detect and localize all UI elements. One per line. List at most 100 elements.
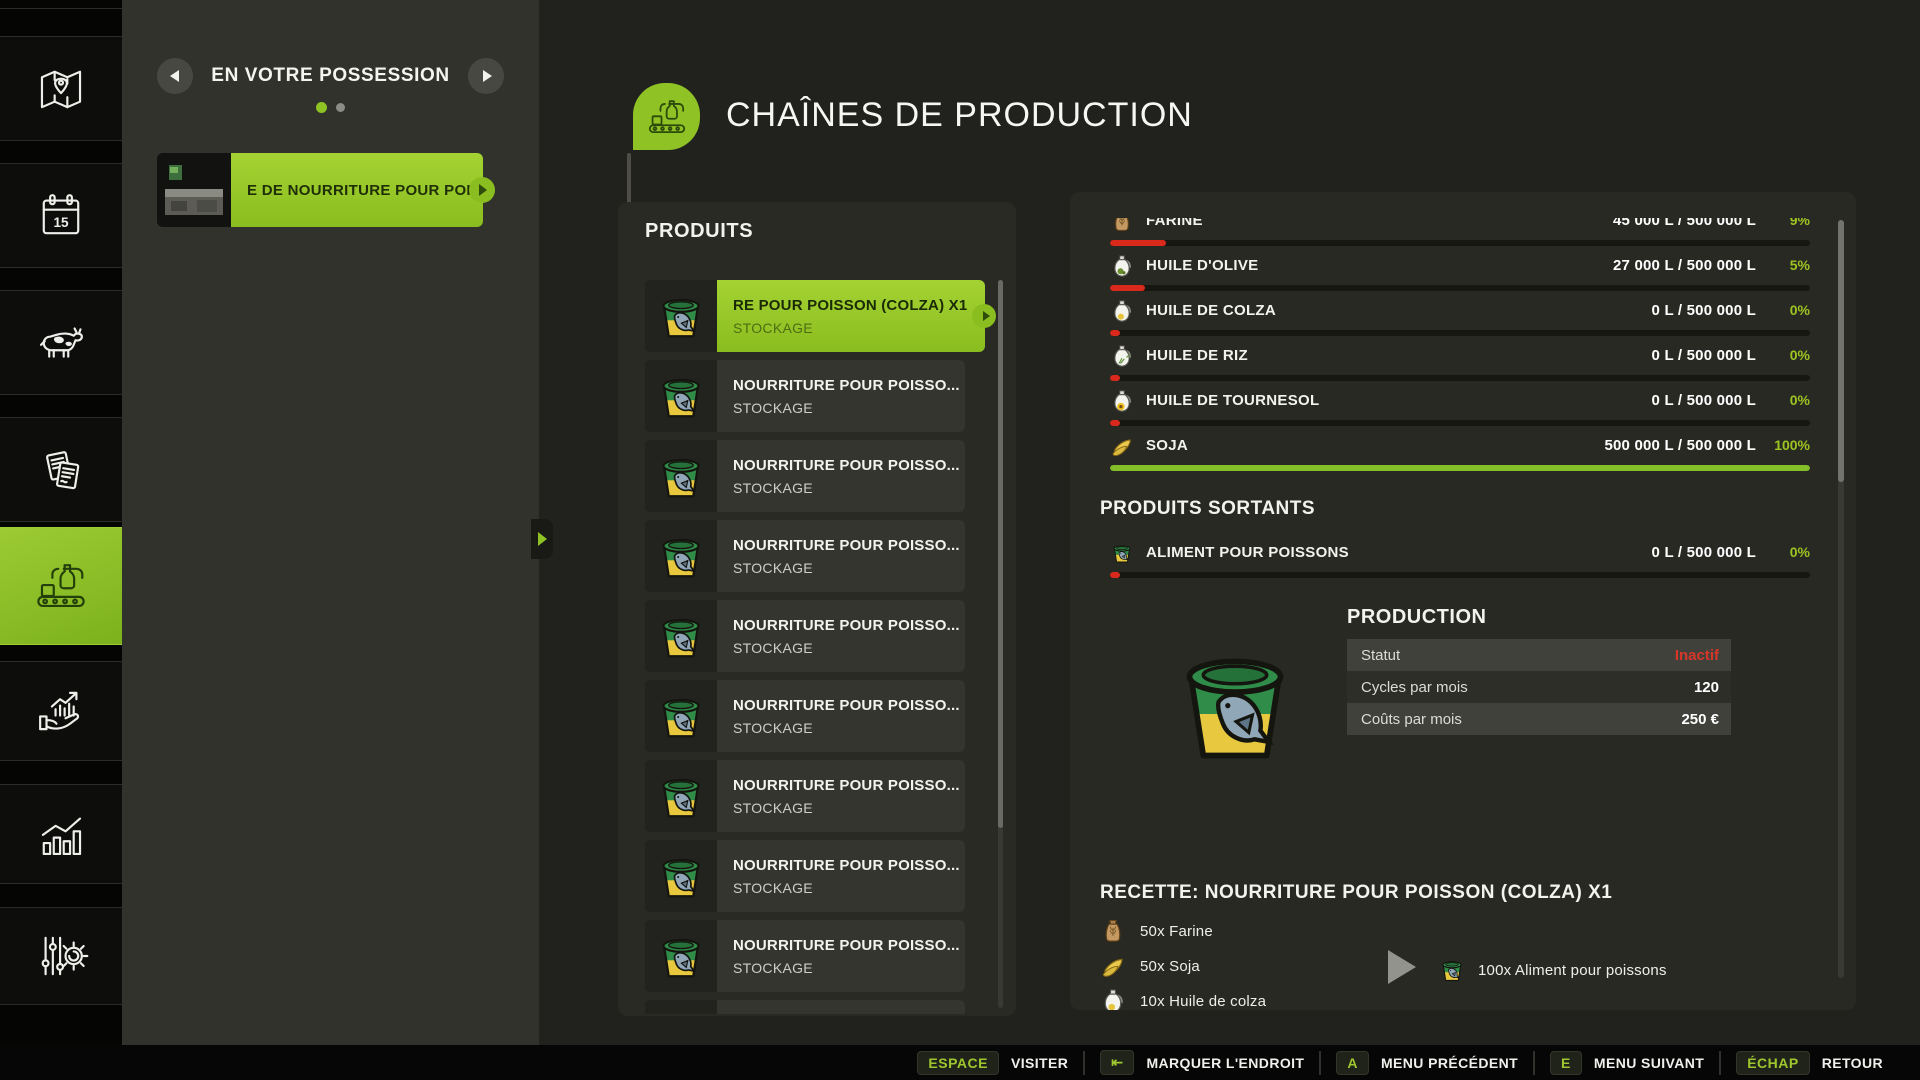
product-label: NOURRITURE POUR POISSO... STOCKAGE bbox=[717, 1000, 965, 1014]
ingredient-fill-bar bbox=[1110, 240, 1810, 246]
recipe-input-label: 50x Farine bbox=[1140, 923, 1213, 940]
calendar-day-label: 15 bbox=[53, 214, 69, 229]
product-subtitle: STOCKAGE bbox=[733, 400, 965, 416]
sidebar-item-map[interactable] bbox=[0, 36, 122, 141]
possession-item-tag: E DE NOURRITURE POUR POIS bbox=[231, 153, 483, 227]
key-hint[interactable]: E MENU SUIVANT bbox=[1533, 1051, 1719, 1075]
next-page-button[interactable] bbox=[468, 58, 504, 94]
product-label: RE POUR POISSON (COLZA) X1 STOCKAGE bbox=[717, 280, 985, 352]
key-hints-bar: ESPACE VISITER ⇤ MARQUER L'ENDROIT A MEN… bbox=[0, 1045, 1920, 1080]
product-label: NOURRITURE POUR POISSO... STOCKAGE bbox=[717, 440, 965, 512]
production-icon bbox=[645, 95, 689, 139]
contracts-icon bbox=[32, 441, 90, 499]
ingredient-row-huile-tournesol: HUILE DE TOURNESOL 0 L / 500 000 L 0% bbox=[1110, 386, 1810, 431]
key-hint[interactable]: ESPACE VISITER bbox=[902, 1051, 1083, 1075]
recipe-output: 100x Aliment pour poissons bbox=[1438, 953, 1667, 987]
product-image-fish-food-bucket bbox=[1165, 628, 1305, 786]
factory-image bbox=[157, 153, 231, 227]
key-hint-label: RETOUR bbox=[1822, 1055, 1883, 1071]
ingredient-amount: 0 L / 500 000 L bbox=[1652, 347, 1756, 364]
fish-food-bucket-icon bbox=[645, 920, 717, 992]
sunflower-oil-icon bbox=[1110, 389, 1134, 413]
sidebar-item-calendar[interactable]: 15 bbox=[0, 163, 122, 268]
production-chains-screen: 15 bbox=[0, 0, 1920, 1080]
product-list-item[interactable]: NOURRITURE POUR POISSO... STOCKAGE bbox=[645, 680, 1005, 752]
product-list-item[interactable]: RE POUR POISSON (COLZA) X1 STOCKAGE bbox=[645, 280, 1005, 352]
sidebar-item-animals[interactable] bbox=[0, 290, 122, 395]
flour-sack-icon bbox=[1100, 918, 1126, 944]
product-label: NOURRITURE POUR POISSO... STOCKAGE bbox=[717, 920, 965, 992]
prev-page-button[interactable] bbox=[157, 58, 193, 94]
product-list-item[interactable]: NOURRITURE POUR POISSO... STOCKAGE bbox=[645, 920, 1005, 992]
statistics-icon bbox=[32, 805, 90, 863]
possession-item-fish-food-factory[interactable]: E DE NOURRITURE POUR POIS bbox=[157, 153, 483, 227]
main-menu-sidebar: 15 bbox=[0, 0, 122, 1080]
arrow-right-icon bbox=[538, 532, 547, 546]
product-list-item[interactable]: NOURRITURE POUR POISSO... STOCKAGE bbox=[645, 520, 1005, 592]
ingredient-fill-bar bbox=[1110, 330, 1810, 336]
finances-icon bbox=[32, 682, 90, 740]
products-list: RE POUR POISSON (COLZA) X1 STOCKAGE NOUR… bbox=[645, 280, 1005, 1014]
page-indicator bbox=[122, 102, 539, 113]
product-subtitle: STOCKAGE bbox=[733, 720, 965, 736]
production-table-row: Coûts par mois 250 € bbox=[1347, 703, 1731, 735]
sidebar-item-finances[interactable] bbox=[0, 661, 122, 761]
product-list-item[interactable]: NOURRITURE POUR POISSO... STOCKAGE bbox=[645, 360, 1005, 432]
stat-label: Cycles par mois bbox=[1361, 679, 1468, 696]
production-detail-panel: FARINE 45 000 L / 500 000 L 9% HUILE D'O… bbox=[1070, 192, 1856, 1010]
ingredient-fill-bar bbox=[1110, 420, 1810, 426]
product-title: NOURRITURE POUR POISSO... bbox=[733, 697, 965, 714]
ingredient-row-farine: FARINE 45 000 L / 500 000 L 9% bbox=[1110, 218, 1810, 251]
fish-food-bucket-icon bbox=[645, 600, 717, 672]
stat-value: 250 € bbox=[1681, 711, 1719, 728]
product-label: NOURRITURE POUR POISSO... STOCKAGE bbox=[717, 520, 965, 592]
page-dot-active[interactable] bbox=[316, 102, 327, 113]
ingredient-percent: 0% bbox=[1762, 392, 1810, 408]
flour-sack-icon bbox=[1110, 218, 1134, 233]
key-cap: A bbox=[1336, 1051, 1369, 1075]
rice-oil-icon bbox=[1110, 344, 1134, 368]
sidebar-item-production[interactable] bbox=[0, 527, 122, 645]
key-hint[interactable]: ÉCHAP RETOUR bbox=[1719, 1051, 1898, 1075]
fish-food-bucket-icon bbox=[645, 520, 717, 592]
key-hint-label: MENU PRÉCÉDENT bbox=[1381, 1055, 1518, 1071]
soybean-icon bbox=[1100, 953, 1126, 979]
key-hint[interactable]: ⇤ MARQUER L'ENDROIT bbox=[1083, 1051, 1319, 1075]
possession-header: EN VOTRE POSSESSION bbox=[157, 58, 504, 94]
production-section-title: PRODUCTION bbox=[1347, 606, 1486, 629]
calendar-icon: 15 bbox=[32, 187, 90, 245]
sidebar-item-settings[interactable] bbox=[0, 907, 122, 1005]
ingredient-name: HUILE DE TOURNESOL bbox=[1146, 392, 1319, 409]
recipe-input-label: 50x Soja bbox=[1140, 958, 1200, 975]
product-label: NOURRITURE POUR POISSO... STOCKAGE bbox=[717, 600, 965, 672]
key-hint-label: MENU SUIVANT bbox=[1594, 1055, 1704, 1071]
product-subtitle: STOCKAGE bbox=[733, 480, 965, 496]
product-list-item[interactable]: NOURRITURE POUR POISSO... STOCKAGE bbox=[645, 440, 1005, 512]
sidebar-item-contracts[interactable] bbox=[0, 417, 122, 522]
product-title: NOURRITURE POUR POISSO... bbox=[733, 377, 965, 394]
ingredient-name: FARINE bbox=[1146, 218, 1203, 229]
output-amount: 0 L / 500 000 L bbox=[1652, 544, 1756, 561]
product-subtitle: STOCKAGE bbox=[733, 800, 965, 816]
key-hint[interactable]: A MENU PRÉCÉDENT bbox=[1319, 1051, 1533, 1075]
recipe-arrow-icon bbox=[1388, 950, 1416, 984]
fish-food-bucket-icon bbox=[645, 360, 717, 432]
ingredient-name: HUILE DE RIZ bbox=[1146, 347, 1248, 364]
panel-expand-button[interactable] bbox=[531, 519, 553, 559]
product-list-item[interactable]: NOURRITURE POUR POISSO... STOCKAGE bbox=[645, 600, 1005, 672]
product-label: NOURRITURE POUR POISSO... STOCKAGE bbox=[717, 760, 965, 832]
product-subtitle: STOCKAGE bbox=[733, 640, 965, 656]
page-dot[interactable] bbox=[336, 103, 345, 112]
detail-scrollbar-thumb[interactable] bbox=[1838, 220, 1844, 482]
sidebar-item-statistics[interactable] bbox=[0, 784, 122, 884]
product-list-item[interactable]: NOURRITURE POUR POISSO... STOCKAGE bbox=[645, 1000, 1005, 1014]
product-subtitle: STOCKAGE bbox=[733, 880, 965, 896]
product-list-item[interactable]: NOURRITURE POUR POISSO... STOCKAGE bbox=[645, 760, 1005, 832]
product-list-item[interactable]: NOURRITURE POUR POISSO... STOCKAGE bbox=[645, 840, 1005, 912]
canola-oil-icon bbox=[1100, 988, 1126, 1010]
output-percent: 0% bbox=[1762, 544, 1810, 560]
products-scrollbar-thumb[interactable] bbox=[998, 280, 1003, 828]
ingredient-percent: 0% bbox=[1762, 302, 1810, 318]
key-cap: ÉCHAP bbox=[1736, 1051, 1810, 1075]
production-table-row: Cycles par mois 120 bbox=[1347, 671, 1731, 703]
